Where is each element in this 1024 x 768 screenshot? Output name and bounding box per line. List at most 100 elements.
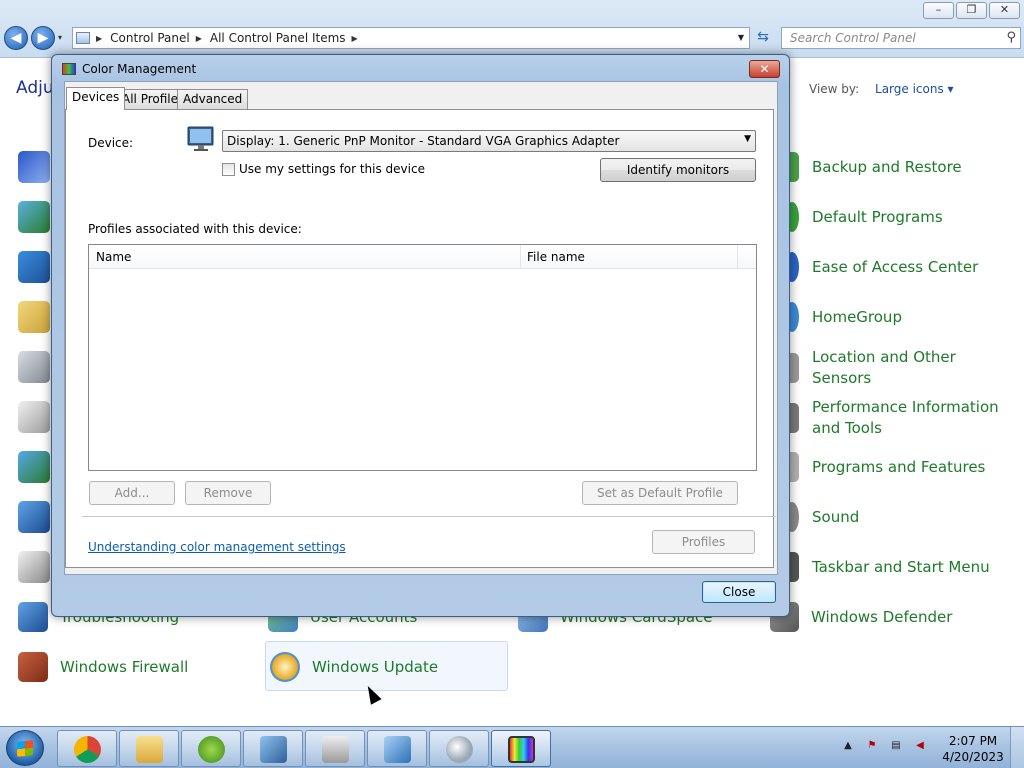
cp-item-location[interactable]: Location and Other Sensors	[785, 347, 1005, 389]
taskbar-control-panel[interactable]	[367, 730, 427, 767]
add-button[interactable]: Add...	[89, 481, 175, 505]
cp-item-homegroup[interactable]: HomeGroup	[785, 302, 902, 332]
set-default-profile-button[interactable]: Set as Default Profile	[582, 481, 738, 505]
color-monitor-icon	[508, 736, 535, 763]
use-settings-label: Use my settings for this device	[239, 162, 425, 176]
search-input[interactable]: Search Control Panel ⚲	[781, 27, 1021, 49]
volume-muted-icon[interactable]: ◀	[912, 738, 928, 754]
control-panel-icon	[384, 736, 411, 763]
dialog-title: Color Management	[82, 62, 197, 76]
clock-time: 2:07 PM	[948, 734, 998, 748]
cp-item-backup[interactable]: Backup and Restore	[785, 152, 962, 182]
autoplay-icon[interactable]	[18, 251, 50, 283]
column-name[interactable]: Name	[89, 245, 521, 268]
firewall-icon	[18, 652, 48, 682]
help-link[interactable]: Understanding color management settings	[88, 540, 346, 554]
clock-date: 4/20/2023	[942, 750, 1004, 764]
taskbar-color-management[interactable]	[491, 730, 551, 767]
list-header: Name File name	[89, 245, 756, 269]
address-dropdown-icon[interactable]: ▼	[738, 33, 744, 42]
tab-devices[interactable]: Devices	[66, 87, 126, 110]
refresh-button[interactable]: ⇆	[752, 27, 774, 49]
cp-item-firewall[interactable]: Windows Firewall	[18, 652, 188, 682]
display-icon	[260, 736, 287, 763]
devices-tab-panel: Device: Display: 1. Generic PnP Monitor …	[65, 109, 776, 568]
indexing-icon[interactable]	[18, 351, 50, 383]
device-dropdown[interactable]: Display: 1. Generic PnP Monitor - Standa…	[222, 130, 756, 152]
taskbar-display[interactable]	[243, 730, 303, 767]
breadcrumb-control-panel[interactable]: Control Panel	[110, 31, 190, 45]
taskbar-search[interactable]	[429, 730, 489, 767]
restore-button[interactable]: ❐	[956, 2, 987, 19]
use-settings-checkbox-row[interactable]: Use my settings for this device	[222, 162, 425, 176]
dropdown-arrow-icon: ▼	[744, 134, 751, 144]
start-button[interactable]	[6, 730, 44, 766]
taskbar-app[interactable]	[181, 730, 241, 767]
device-dropdown-value: Display: 1. Generic PnP Monitor - Standa…	[227, 134, 620, 148]
dialog-close-icon[interactable]: ✕	[749, 60, 780, 78]
clock[interactable]: 2:07 PM 4/20/2023	[940, 733, 1006, 765]
chrome-icon	[74, 736, 101, 763]
remove-button[interactable]: Remove	[185, 481, 271, 505]
windows-update-icon	[270, 652, 300, 682]
color-management-dialog: Color Management ✕ Devices All Profiles …	[51, 54, 790, 617]
network-icon[interactable]: ▤	[888, 738, 904, 754]
cp-item-ease-of-access[interactable]: Ease of Access Center	[785, 252, 978, 282]
device-label: Device:	[88, 136, 134, 150]
cp-item-taskbar[interactable]: Taskbar and Start Menu	[785, 552, 990, 582]
folder-icon	[136, 736, 163, 763]
system-tray: ▲ ⚑ ▤ ◀	[840, 738, 928, 754]
show-hidden-icons-icon[interactable]: ▲	[840, 738, 856, 754]
use-settings-checkbox[interactable]	[222, 162, 235, 176]
profiles-associated-label: Profiles associated with this device:	[88, 222, 302, 236]
breadcrumb-all-items[interactable]: All Control Panel Items	[210, 31, 346, 45]
action-center-icon[interactable]	[18, 151, 50, 183]
speech-recognition-icon[interactable]	[18, 551, 50, 583]
forward-button[interactable]: ▶	[31, 26, 55, 50]
breadcrumb-arrow-icon[interactable]: ▶	[352, 34, 358, 43]
troubleshooting-icon	[18, 602, 48, 632]
view-by: View by: Large icons ▾	[809, 82, 954, 96]
admin-tools-icon[interactable]	[18, 201, 50, 233]
taskbar-chrome[interactable]	[57, 730, 117, 767]
view-by-dropdown[interactable]: Large icons ▾	[875, 82, 954, 96]
tab-advanced[interactable]: Advanced	[177, 89, 249, 109]
address-bar[interactable]: ▶ Control Panel ▶ All Control Panel Item…	[72, 27, 750, 49]
action-center-flag-icon[interactable]: ⚑	[864, 738, 880, 754]
windows-logo-icon	[17, 740, 33, 757]
search-placeholder: Search Control Panel	[790, 31, 916, 45]
cp-item-default-programs[interactable]: Default Programs	[785, 202, 943, 232]
taskbar-fax[interactable]	[305, 730, 365, 767]
explorer-toolbar: – ❐ ✕ ◀ ▶ ▾ ▶ Control Panel ▶ All Contro…	[0, 0, 1024, 58]
breadcrumb-arrow-icon[interactable]: ▶	[96, 34, 102, 43]
search-icon[interactable]: ⚲	[1006, 30, 1016, 45]
column-file-name[interactable]: File name	[521, 245, 738, 268]
folder-options-icon[interactable]	[18, 301, 50, 333]
printer-icon	[322, 736, 349, 763]
taskbar: ▲ ⚑ ▤ ◀ 2:07 PM 4/20/2023	[0, 726, 1024, 768]
close-button[interactable]: Close	[702, 581, 776, 603]
mouse-icon[interactable]	[18, 401, 50, 433]
profile-list[interactable]: Name File name	[88, 244, 757, 471]
monitor-icon	[187, 126, 214, 151]
cp-item-programs[interactable]: Programs and Features	[785, 452, 985, 482]
cp-item-defender[interactable]: Windows Defender	[770, 602, 952, 632]
back-button[interactable]: ◀	[4, 26, 28, 50]
taskbar-explorer[interactable]	[119, 730, 179, 767]
breadcrumb-arrow-icon[interactable]: ▶	[196, 34, 202, 43]
cp-item-performance[interactable]: Performance Information and Tools	[785, 397, 1015, 439]
color-management-icon	[62, 63, 76, 75]
minimize-button[interactable]: –	[923, 2, 954, 19]
show-desktop-button[interactable]	[1010, 727, 1024, 768]
close-window-button[interactable]: ✕	[989, 2, 1020, 19]
recent-pages-button[interactable]: ▾	[58, 33, 62, 42]
remote-app-icon[interactable]	[18, 501, 50, 533]
peapod-icon	[198, 736, 225, 763]
identify-monitors-button[interactable]: Identify monitors	[600, 158, 756, 182]
personalization-icon[interactable]	[18, 451, 50, 483]
control-panel-icon	[76, 32, 90, 44]
caption-buttons: – ❐ ✕	[923, 2, 1020, 19]
profiles-button[interactable]: Profiles	[652, 530, 755, 554]
cp-item-windows-update[interactable]: Windows Update	[270, 652, 438, 682]
cp-item-sound[interactable]: Sound	[785, 502, 859, 532]
